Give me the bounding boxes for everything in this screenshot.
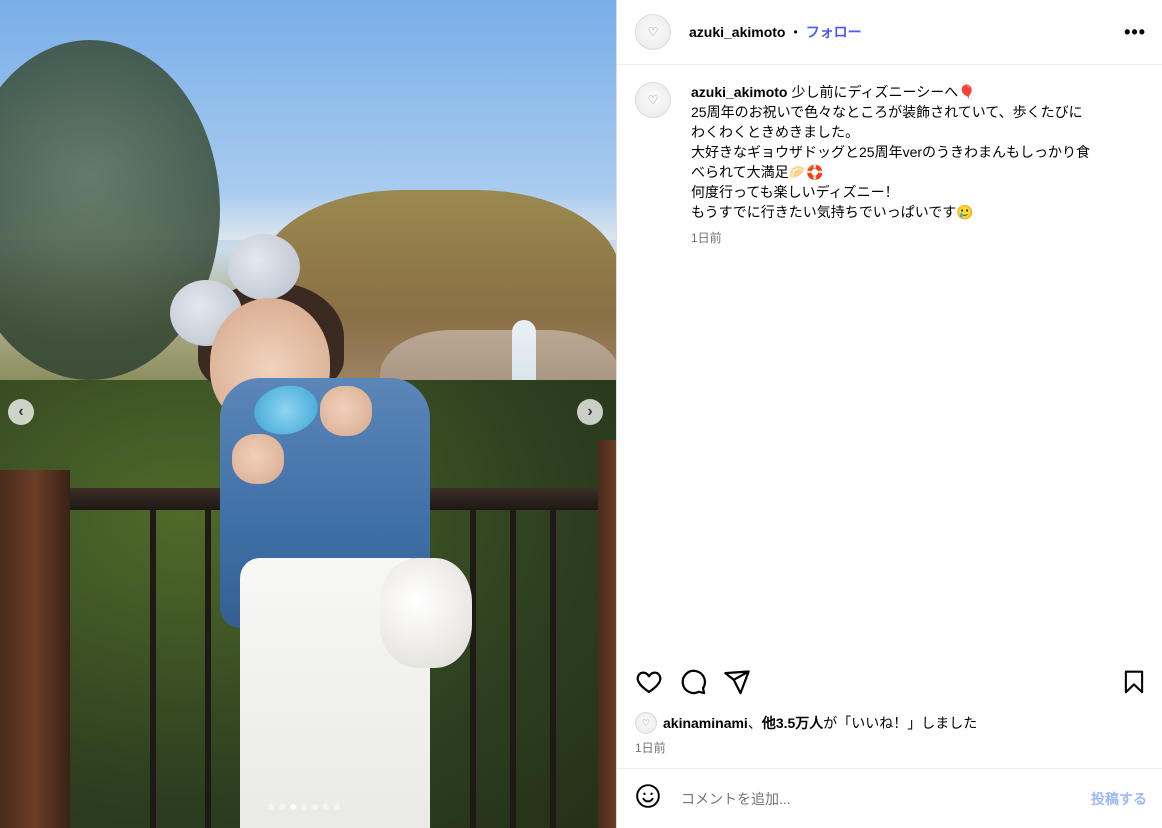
person-fist xyxy=(232,434,284,484)
comment-icon[interactable] xyxy=(679,668,707,696)
caption-line: べられて大満足🥟🛟 xyxy=(691,164,824,180)
caption-line: 大好きなギョウザドッグと25周年verのうきわまんもしっかり食 xyxy=(691,144,1091,160)
railing-bar xyxy=(150,510,156,828)
railing-bar xyxy=(510,510,516,828)
caption-line: azuki_akimoto 少し前にディズニーシーへ🎈 xyxy=(691,82,1131,102)
chevron-right-icon: › xyxy=(587,403,593,420)
avatar[interactable]: ♡ xyxy=(635,14,671,50)
photo-person xyxy=(170,228,490,828)
caption-username[interactable]: azuki_akimoto xyxy=(691,84,787,100)
liker-avatar[interactable]: ♡ xyxy=(635,712,657,734)
carousel-dot xyxy=(290,804,296,810)
carousel-dot xyxy=(279,804,285,810)
follow-button[interactable]: フォロー xyxy=(806,22,862,42)
heart-icon[interactable] xyxy=(635,668,663,696)
bookmark-icon[interactable] xyxy=(1121,668,1147,696)
carousel-dots xyxy=(268,804,340,810)
railing-post xyxy=(0,470,70,828)
caption-line: わくわくときめきました。 xyxy=(691,124,859,140)
more-options-icon[interactable]: ••• xyxy=(1124,22,1146,43)
post-panel: ♡ azuki_akimoto • フォロー ••• ♡ azuki_akimo… xyxy=(616,0,1162,828)
chevron-left-icon: ‹ xyxy=(18,403,24,420)
caption-line: 25周年のお祝いで色々なところが装飾されていて、歩くたびに xyxy=(691,104,1083,120)
carousel-prev-button[interactable]: ‹ xyxy=(8,399,34,425)
post-timestamp[interactable]: 1日前 xyxy=(635,739,666,756)
action-bar xyxy=(635,664,1147,700)
person-bag xyxy=(380,558,472,668)
comment-bar: 投稿する xyxy=(617,768,1162,828)
mouse-ear-right xyxy=(228,234,300,300)
likes-suffix: が「いいね！」しました xyxy=(823,715,978,731)
post-header: ♡ azuki_akimoto • フォロー ••• xyxy=(617,0,1162,65)
likes-count[interactable]: 他3.5万人 xyxy=(762,713,823,733)
person-fist xyxy=(320,386,372,436)
header-separator: • xyxy=(793,25,798,39)
caption-line: 何度行っても楽しいディズニー！ xyxy=(691,184,899,200)
caption-line-text: 少し前にディズニーシーへ🎈 xyxy=(791,84,976,100)
liker-username[interactable]: akinaminami xyxy=(663,715,748,731)
likes-separator: 、 xyxy=(747,715,762,731)
send-icon[interactable] xyxy=(723,668,751,696)
caption-line: もうすでに行きたい気持ちでいっぱいです🥲 xyxy=(691,204,974,220)
emoji-icon[interactable] xyxy=(635,783,661,814)
post-comment-button[interactable]: 投稿する xyxy=(1091,789,1147,809)
likes-summary: ♡ akinaminami 、 他3.5万人 が「いいね！」しました xyxy=(635,712,977,734)
caption-timestamp[interactable]: 1日前 xyxy=(691,228,1131,248)
post-photo: ‹ › xyxy=(0,0,616,828)
carousel-dot xyxy=(323,804,329,810)
carousel-dot xyxy=(301,804,307,810)
carousel-dot xyxy=(312,804,318,810)
avatar[interactable]: ♡ xyxy=(635,82,671,118)
comment-input[interactable] xyxy=(679,789,1043,808)
caption: ♡ azuki_akimoto 少し前にディズニーシーへ🎈 25周年のお祝いで色々… xyxy=(635,82,1144,248)
caption-text: azuki_akimoto 少し前にディズニーシーへ🎈 25周年のお祝いで色々なと… xyxy=(691,82,1131,248)
header-username[interactable]: azuki_akimoto xyxy=(689,24,785,40)
carousel-dot xyxy=(268,804,274,810)
carousel-dot xyxy=(334,804,340,810)
carousel-next-button[interactable]: › xyxy=(577,399,603,425)
railing-bar xyxy=(550,510,556,828)
railing-post xyxy=(598,440,616,828)
